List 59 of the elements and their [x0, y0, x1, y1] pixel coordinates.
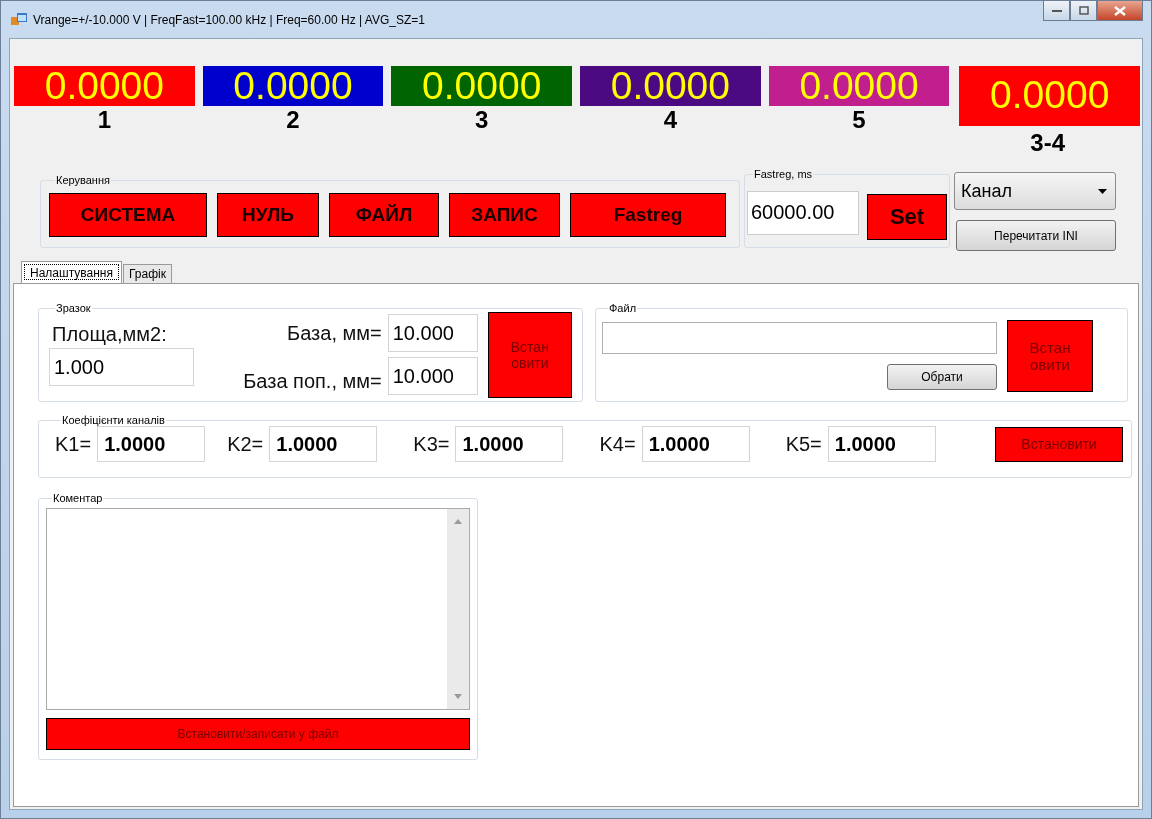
- scrollbar[interactable]: [447, 509, 469, 709]
- channel-label: 3: [475, 107, 489, 133]
- set-button[interactable]: Set: [867, 193, 947, 240]
- channel-label: 4: [663, 107, 678, 133]
- channel-label: 1: [97, 107, 111, 133]
- group-title: Fastreg, ms: [753, 168, 814, 180]
- scroll-down-icon: [454, 694, 462, 699]
- coefficient-label: K1=: [55, 432, 92, 456]
- value-display: 0.0000: [580, 66, 761, 106]
- window-title: Vrange=+/-10.000 V | FreqFast=100.00 kHz | Freq=60.00 Hz | AVG_SZ=1: [33, 12, 425, 27]
- value-display: 0.0000: [959, 66, 1141, 126]
- app-icon: [11, 12, 27, 27]
- coefficient-field[interactable]: 1.0000: [827, 426, 936, 462]
- fastreg-field[interactable]: 60000.00: [747, 190, 859, 235]
- browse-button[interactable]: Обрати: [887, 363, 997, 390]
- group-title: Зразок: [55, 302, 92, 314]
- close-icon: [1114, 5, 1126, 16]
- action-button[interactable]: СИСТЕМА: [49, 192, 207, 237]
- coefficient-field[interactable]: 1.0000: [641, 426, 750, 462]
- base-cross-field[interactable]: 10.000: [387, 357, 478, 395]
- channel-label: 3-4: [1030, 130, 1066, 156]
- action-button[interactable]: НУЛЬ: [217, 192, 319, 237]
- maximize-button[interactable]: [1070, 1, 1097, 21]
- group-title: Файл: [608, 302, 638, 314]
- channel-label: 5: [852, 107, 866, 133]
- maximize-icon: [1078, 6, 1089, 15]
- channel-dropdown[interactable]: Канал: [954, 172, 1116, 210]
- minimize-button[interactable]: [1043, 1, 1070, 21]
- file-path-field[interactable]: [602, 321, 997, 354]
- coefficient-field[interactable]: 1.0000: [269, 426, 378, 462]
- action-button[interactable]: ЗАПИС: [449, 192, 560, 237]
- field-label: Площа,мм2:: [52, 323, 168, 346]
- group-title: Керування: [55, 174, 111, 186]
- group-title: Коефіцієнти каналів: [61, 414, 166, 426]
- value-display: 0.0000: [391, 66, 572, 106]
- coefficient-label: K4=: [599, 432, 636, 456]
- value-display: 0.0000: [202, 66, 384, 106]
- area-field[interactable]: 1.000: [49, 348, 194, 386]
- coefficient-field[interactable]: 1.0000: [455, 426, 564, 462]
- base-field[interactable]: 10.000: [387, 314, 478, 352]
- tab[interactable]: Налаштування: [21, 261, 122, 283]
- tab[interactable]: Графік: [122, 264, 172, 283]
- action-button[interactable]: Fastreg: [570, 192, 726, 237]
- coefficient-field[interactable]: 1.0000: [97, 426, 206, 462]
- field-label: База поп., мм=: [243, 369, 382, 393]
- group-title: Коментар: [52, 492, 104, 504]
- action-button[interactable]: ФАЙЛ: [329, 192, 439, 237]
- caret-icon: [1098, 188, 1107, 194]
- value-display: 0.0000: [768, 66, 950, 106]
- coefficient-label: K5=: [785, 432, 822, 456]
- comment-field[interactable]: [46, 508, 470, 710]
- value-display: 0.0000: [14, 66, 195, 106]
- scroll-up-icon: [454, 519, 462, 524]
- field-label: База, мм=: [287, 321, 382, 345]
- coefficient-label: K2=: [227, 432, 264, 456]
- close-button[interactable]: [1097, 1, 1143, 21]
- channel-label: 2: [286, 107, 300, 133]
- reread-button[interactable]: Перечитати INI: [956, 220, 1116, 251]
- coefficient-label: K3=: [413, 432, 450, 456]
